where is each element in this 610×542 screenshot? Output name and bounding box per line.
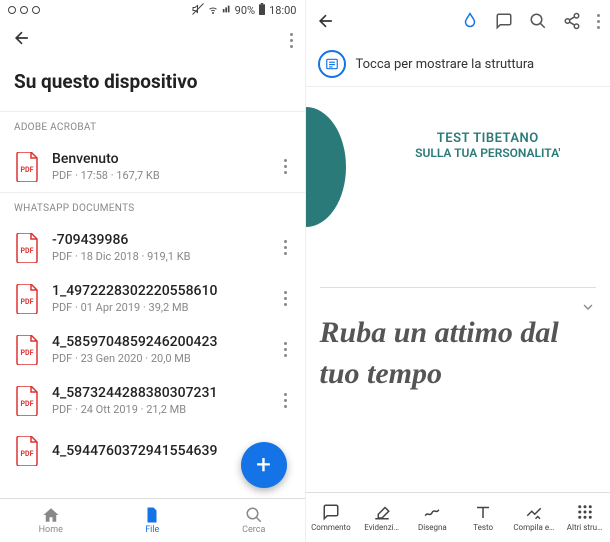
comment-icon [322,503,340,521]
viewer-top-bar [306,0,610,42]
file-item[interactable]: PDF 1_4972228302220558610 PDF · 01 Apr 2… [0,273,305,324]
tool-highlight[interactable]: Evidenzi… [356,503,407,532]
doc-title-1: TEST TIBETANO [376,131,601,146]
notif-icon [32,6,40,14]
pdf-icon: PDF [14,233,40,263]
file-name: -709439986 [52,232,266,248]
back-button[interactable] [316,11,336,31]
file-name: 4_5859704859246200423 [52,334,266,350]
tool-draw[interactable]: Disegna [407,503,458,532]
text-icon [474,503,492,521]
file-more-button[interactable] [278,387,293,414]
tool-label: Commento [311,523,351,532]
mute-icon [192,3,204,18]
file-icon [143,506,161,524]
pdf-icon: PDF [14,152,40,182]
search-icon[interactable] [529,12,547,30]
structure-bar[interactable]: Tocca per mostrare la struttura [306,42,610,87]
structure-label: Tocca per mostrare la struttura [356,57,535,72]
tool-comment[interactable]: Commento [306,503,357,532]
tool-bar: Commento Evidenzi… Disegna Testo Compila… [306,492,610,542]
fill-sign-icon [525,503,543,521]
tool-text[interactable]: Testo [458,503,509,532]
tool-label: Evidenzi… [364,523,399,532]
battery-icon [258,3,266,18]
file-meta: PDF · 18 Dic 2018 · 919,1 KB [52,250,266,263]
decorative-shape [306,107,346,227]
divider [320,287,597,288]
structure-icon [318,50,346,78]
nav-file[interactable]: File [102,499,204,542]
tool-fill-sign[interactable]: Compila e… [509,503,560,532]
section-header: WHATSAPP DOCUMENTS [0,192,305,222]
file-item[interactable]: PDF -709439986 PDF · 18 Dic 2018 · 919,1… [0,222,305,273]
more-menu-button[interactable] [597,14,600,29]
signal-icon [222,4,232,17]
doc-title: TEST TIBETANO SULLA TUA PERSONALITA' [376,131,601,160]
file-item[interactable]: PDF Benvenuto PDF · 17:58 · 167,7 KB [0,141,305,192]
wifi-icon [207,3,219,18]
battery-percent: 90% [235,4,255,17]
file-more-button[interactable] [278,336,293,363]
file-more-button[interactable] [278,285,293,312]
svg-text:PDF: PDF [21,400,34,408]
file-more-button[interactable] [278,234,293,261]
nav-label: Home [39,525,63,535]
liquid-mode-icon[interactable] [461,12,479,30]
file-name: Benvenuto [52,151,266,167]
comment-icon[interactable] [495,12,513,30]
file-meta: PDF · 01 Apr 2019 · 39,2 MB [52,301,266,314]
file-name: 4_5873244288380307231 [52,385,266,401]
grid-icon [576,503,594,521]
tool-label: Disegna [418,523,447,532]
file-item[interactable]: PDF 4_5873244288380307231 PDF · 24 Ott 2… [0,375,305,426]
highlight-icon [373,503,391,521]
search-icon [245,506,263,524]
svg-text:PDF: PDF [21,349,34,357]
page-title: Su questo dispositivo [0,60,305,111]
share-icon[interactable] [563,12,581,30]
file-meta: PDF · 24 Ott 2019 · 21,2 MB [52,403,266,416]
section-header: ADOBE ACROBAT [0,111,305,141]
nav-label: Cerca [242,525,265,535]
more-menu-button[interactable] [290,33,293,48]
file-name: 1_4972228302220558610 [52,283,266,299]
viewer-pane: Tocca per mostrare la struttura TEST TIB… [306,0,610,542]
svg-text:PDF: PDF [21,298,34,306]
notif-icon [8,6,16,14]
nav-home[interactable]: Home [0,499,102,542]
pdf-icon: PDF [14,386,40,416]
pdf-icon: PDF [14,436,40,466]
file-list-pane: 90% 18:00 Su questo dispositivo ADOBE AC… [0,0,306,542]
back-button[interactable] [12,28,32,53]
fab-add-button[interactable]: + [241,442,287,488]
clock: 18:00 [269,4,296,17]
tool-more[interactable]: Altri stru… [559,503,610,532]
file-meta: PDF · 17:58 · 167,7 KB [52,169,266,182]
pdf-icon: PDF [14,335,40,365]
tool-label: Altri stru… [567,523,603,532]
doc-body-text: Ruba un attimo dal tuo tempo [320,313,597,394]
home-icon [42,506,60,524]
draw-icon [423,503,441,521]
file-meta: PDF · 23 Gen 2020 · 20,0 MB [52,352,266,365]
tool-label: Testo [473,523,493,532]
nav-search[interactable]: Cerca [203,499,305,542]
notif-icon [20,6,28,14]
file-item[interactable]: PDF 4_5859704859246200423 PDF · 23 Gen 2… [0,324,305,375]
document-area[interactable]: TEST TIBETANO SULLA TUA PERSONALITA' Rub… [306,87,610,542]
tool-label: Compila e… [513,523,554,532]
doc-title-2: SULLA TUA PERSONALITA' [376,146,601,160]
nav-label: File [145,525,159,535]
svg-text:PDF: PDF [21,247,34,255]
top-bar [0,20,305,60]
file-more-button[interactable] [278,153,293,180]
svg-text:PDF: PDF [21,450,34,458]
pdf-icon: PDF [14,284,40,314]
status-bar: 90% 18:00 [0,0,305,20]
bottom-nav: Home File Cerca [0,498,305,542]
svg-text:PDF: PDF [21,166,34,174]
